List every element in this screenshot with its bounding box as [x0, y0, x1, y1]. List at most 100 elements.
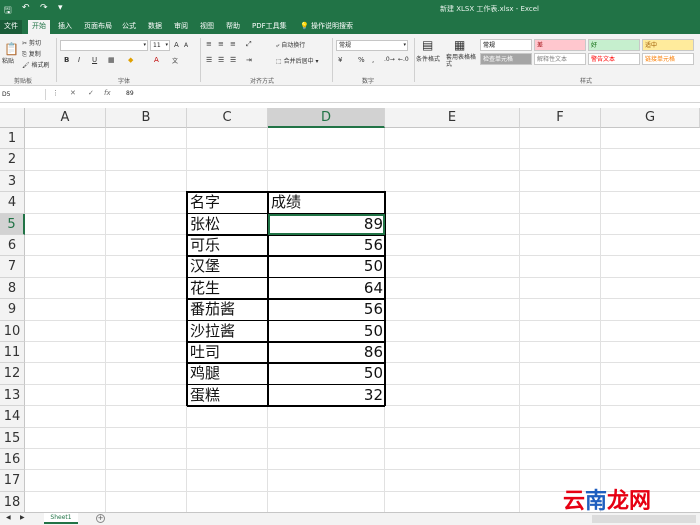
align-right-icon[interactable]: ☰: [230, 56, 236, 64]
cell-style-option[interactable]: 好: [588, 39, 640, 51]
paste-icon[interactable]: 📋: [4, 42, 19, 56]
row-header-4[interactable]: 4: [0, 192, 25, 214]
table-cell-name[interactable]: 沙拉酱: [187, 321, 268, 342]
row-header-6[interactable]: 6: [0, 235, 25, 257]
row-header-17[interactable]: 17: [0, 470, 25, 492]
row-header-3[interactable]: 3: [0, 170, 25, 193]
row-header-16[interactable]: 16: [0, 449, 25, 471]
save-icon[interactable]: 🖫: [4, 3, 12, 19]
table-cell-name[interactable]: 吐司: [187, 342, 268, 363]
row-header-14[interactable]: 14: [0, 406, 25, 428]
table-cell-score[interactable]: 56: [268, 299, 385, 320]
column-header-e[interactable]: E: [385, 108, 520, 128]
undo-icon[interactable]: ↶: [22, 3, 30, 13]
column-header-f[interactable]: F: [520, 108, 601, 128]
tab-page-layout[interactable]: 页面布局: [80, 20, 116, 34]
wrap-text-button[interactable]: ⤶ 自动换行: [276, 40, 305, 50]
column-header-a[interactable]: A: [25, 108, 106, 128]
table-cell-name[interactable]: 蛋糕: [187, 385, 268, 406]
prev-sheet-icon[interactable]: ◀: [6, 514, 11, 521]
column-header-c[interactable]: C: [187, 108, 268, 128]
currency-icon[interactable]: ¥: [338, 56, 342, 64]
tab-review[interactable]: 审阅: [170, 20, 192, 34]
table-cell-score[interactable]: 56: [268, 235, 385, 256]
cell-style-option[interactable]: 常规: [480, 39, 532, 51]
cut-button[interactable]: ✂ 剪切: [22, 38, 41, 47]
sheet-tab-sheet1[interactable]: Sheet1: [44, 513, 78, 524]
row-header-9[interactable]: 9: [0, 299, 25, 321]
align-center-icon[interactable]: ☰: [218, 56, 224, 64]
cell-style-option[interactable]: 解释性文本: [534, 53, 586, 65]
cell-style-option[interactable]: 检查单元格: [480, 53, 532, 65]
table-cell-score[interactable]: 50: [268, 256, 385, 277]
tab-file[interactable]: 文件: [0, 20, 22, 34]
align-top-icon[interactable]: ≡: [206, 40, 212, 48]
underline-button[interactable]: U: [92, 56, 97, 64]
format-as-table-button[interactable]: 套用表格格式: [446, 54, 476, 68]
row-header-5[interactable]: 5: [0, 213, 25, 235]
row-header-2[interactable]: 2: [0, 149, 25, 171]
conditional-format-button[interactable]: 条件格式: [416, 54, 440, 63]
next-sheet-icon[interactable]: ▶: [20, 514, 25, 521]
row-header-15[interactable]: 15: [0, 427, 25, 449]
select-all-corner[interactable]: [0, 108, 25, 128]
table-cell-score[interactable]: 64: [268, 278, 385, 299]
font-color-icon[interactable]: A: [154, 56, 159, 64]
row-header-10[interactable]: 10: [0, 320, 25, 342]
indent-icon[interactable]: ⇥: [246, 56, 252, 64]
table-cell-name[interactable]: 花生: [187, 278, 268, 299]
row-header-7[interactable]: 7: [0, 256, 25, 278]
tab-data[interactable]: 数据: [144, 20, 166, 34]
cell-style-option[interactable]: 警告文本: [588, 53, 640, 65]
tab-view[interactable]: 视图: [196, 20, 218, 34]
format-painter-button[interactable]: 🖌 格式刷: [22, 60, 50, 69]
merge-center-button[interactable]: ⬚ 合并后居中 ▾: [276, 56, 319, 65]
insert-function-icon[interactable]: fx: [104, 89, 111, 97]
formula-input[interactable]: 89: [126, 90, 134, 97]
fill-color-icon[interactable]: ◆: [128, 56, 133, 64]
align-middle-icon[interactable]: ≡: [218, 40, 224, 48]
table-cell-name[interactable]: 鸡腿: [187, 363, 268, 384]
bold-button[interactable]: B: [64, 56, 69, 64]
number-format-combo[interactable]: 常规 ▾: [336, 40, 408, 51]
table-cell-name[interactable]: 汉堡: [187, 256, 268, 277]
column-header-g[interactable]: G: [601, 108, 700, 128]
font-name-combo[interactable]: ▾: [60, 40, 148, 51]
tab-home[interactable]: 开始: [28, 20, 50, 34]
font-size-combo[interactable]: 11 ▾: [150, 40, 170, 51]
phonetic-icon[interactable]: 文: [172, 56, 178, 65]
tell-me-search[interactable]: 💡 操作说明搜索: [296, 20, 357, 34]
align-left-icon[interactable]: ☰: [206, 56, 212, 64]
redo-icon[interactable]: ↷: [40, 3, 48, 13]
format-as-table-icon[interactable]: ▦: [454, 38, 465, 52]
add-sheet-icon[interactable]: +: [96, 514, 105, 523]
orientation-icon[interactable]: ⤢: [246, 40, 252, 49]
tab-formulas[interactable]: 公式: [118, 20, 140, 34]
table-header-name[interactable]: 名字: [187, 192, 268, 213]
table-cell-name[interactable]: 番茄酱: [187, 299, 268, 320]
column-header-b[interactable]: B: [106, 108, 187, 128]
horizontal-scrollbar[interactable]: [592, 515, 696, 523]
table-cell-score[interactable]: 32: [268, 385, 385, 406]
comma-button[interactable]: ,: [372, 56, 374, 64]
row-header-13[interactable]: 13: [0, 384, 25, 407]
italic-button[interactable]: I: [78, 56, 80, 64]
table-header-score[interactable]: 成绩: [268, 192, 385, 213]
cancel-icon[interactable]: ✕: [70, 89, 76, 97]
decrease-decimal-icon[interactable]: ←.0: [398, 56, 409, 63]
percent-button[interactable]: %: [358, 56, 365, 64]
cell-style-option[interactable]: 链接单元格: [642, 53, 694, 65]
table-cell-score[interactable]: 50: [268, 321, 385, 342]
enter-icon[interactable]: ✓: [88, 89, 94, 97]
align-bottom-icon[interactable]: ≡: [230, 40, 236, 48]
grow-font-icon[interactable]: A: [174, 41, 179, 49]
row-header-1[interactable]: 1: [0, 128, 25, 150]
column-header-d[interactable]: D: [268, 108, 385, 128]
row-header-18[interactable]: 18: [0, 491, 25, 514]
row-header-11[interactable]: 11: [0, 342, 25, 364]
border-icon[interactable]: ▦: [108, 56, 115, 64]
increase-decimal-icon[interactable]: .0→: [384, 56, 395, 63]
row-header-8[interactable]: 8: [0, 277, 25, 300]
tab-pdf-tools[interactable]: PDF工具集: [248, 20, 291, 34]
tab-insert[interactable]: 插入: [54, 20, 76, 34]
